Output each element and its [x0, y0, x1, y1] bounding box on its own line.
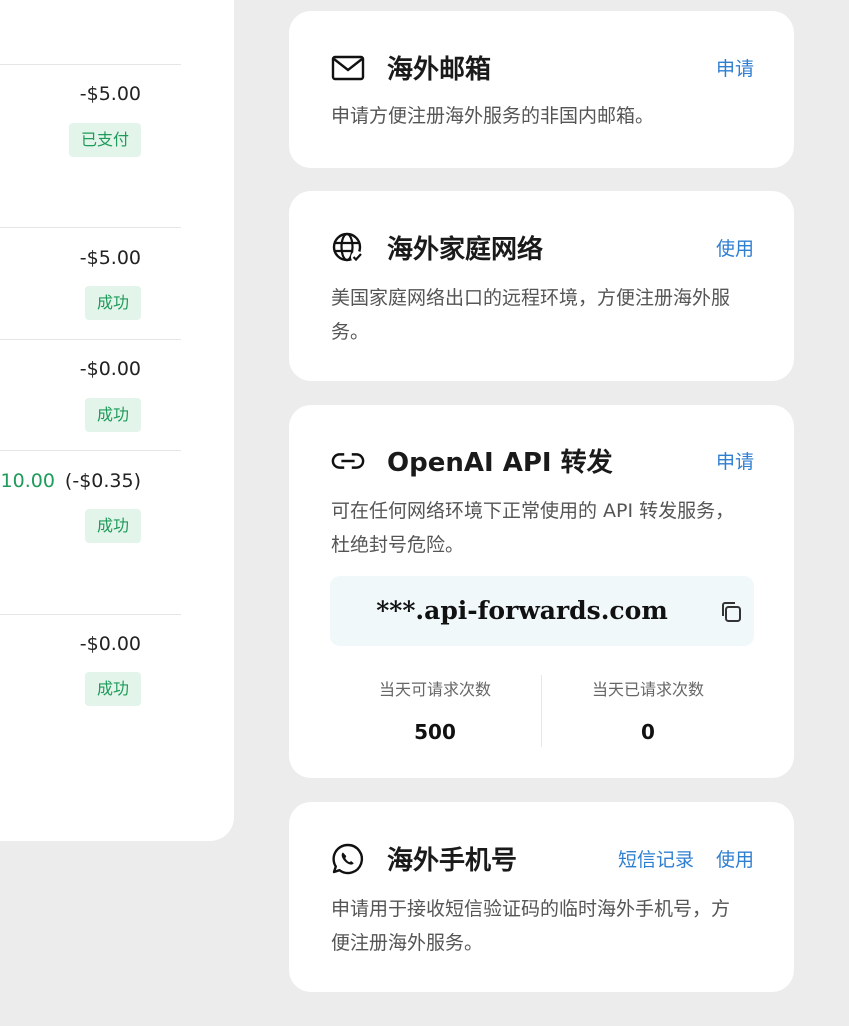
stat-label: 当天已请求次数	[591, 680, 704, 699]
stat-value: 0	[641, 720, 655, 744]
stat-used-requests: 当天已请求次数 0	[542, 676, 754, 744]
status-badge: 成功	[84, 398, 141, 432]
status-badge: 成功	[84, 509, 141, 543]
card-description: 美国家庭网络出口的远程环境，方便注册海外服务。	[331, 287, 731, 343]
transactions-panel: -$5.00 已支付 -$5.00 成功 -$0.00 成功 +$10.00 (-…	[0, 0, 234, 841]
card-title: OpenAI API 转发	[387, 448, 613, 478]
sms-records-button[interactable]: 短信记录	[618, 845, 694, 872]
card-description: 申请方便注册海外服务的非国内邮箱。	[331, 105, 655, 127]
divider	[0, 614, 181, 615]
divider	[0, 450, 181, 451]
stat-label: 当天可请求次数	[378, 680, 491, 699]
transaction-amount: +$10.00 (-$0.35)	[0, 470, 141, 492]
endpoint-box: ***.api-forwards.com	[330, 576, 754, 646]
whatsapp-icon	[331, 842, 365, 876]
transaction-amount: -$0.00	[79, 633, 141, 655]
link-icon	[331, 444, 365, 478]
divider	[0, 64, 181, 65]
copy-icon[interactable]	[718, 599, 744, 625]
transaction-amount: -$0.00	[79, 358, 141, 380]
divider	[0, 227, 181, 228]
stat-value: 500	[414, 720, 456, 744]
home-network-card: 海外家庭网络 使用 美国家庭网络出口的远程环境，方便注册海外服务。	[289, 191, 794, 381]
phone-card: 海外手机号 短信记录 使用 申请用于接收短信验证码的临时海外手机号，方便注册海外…	[289, 802, 794, 992]
globe-check-icon	[331, 231, 365, 265]
card-title: 海外手机号	[387, 846, 518, 876]
stat-available-requests: 当天可请求次数 500	[329, 676, 541, 744]
status-badge: 已支付	[68, 123, 141, 157]
transaction-amount: -$5.00	[79, 247, 141, 269]
endpoint-url: ***.api-forwards.com	[376, 596, 668, 625]
transaction-amount: -$5.00	[79, 83, 141, 105]
openai-api-card: OpenAI API 转发 申请 可在任何网络环境下正常使用的 API 转发服务…	[289, 405, 794, 778]
card-description: 申请用于接收短信验证码的临时海外手机号，方便注册海外服务。	[331, 898, 731, 954]
use-button[interactable]: 使用	[716, 845, 754, 872]
apply-button[interactable]: 申请	[716, 447, 754, 474]
apply-button[interactable]: 申请	[716, 54, 754, 81]
card-title: 海外家庭网络	[387, 235, 544, 265]
use-button[interactable]: 使用	[716, 234, 754, 261]
status-badge: 成功	[84, 672, 141, 706]
amount-fee: (-$0.35)	[64, 470, 141, 492]
divider	[0, 339, 181, 340]
status-badge: 成功	[84, 286, 141, 320]
amount-credit: +$10.00	[0, 470, 55, 492]
mail-icon	[331, 51, 365, 85]
email-card: 海外邮箱 申请 申请方便注册海外服务的非国内邮箱。	[289, 11, 794, 168]
card-description: 可在任何网络环境下正常使用的 API 转发服务，杜绝封号危险。	[331, 500, 735, 556]
card-title: 海外邮箱	[387, 55, 492, 85]
